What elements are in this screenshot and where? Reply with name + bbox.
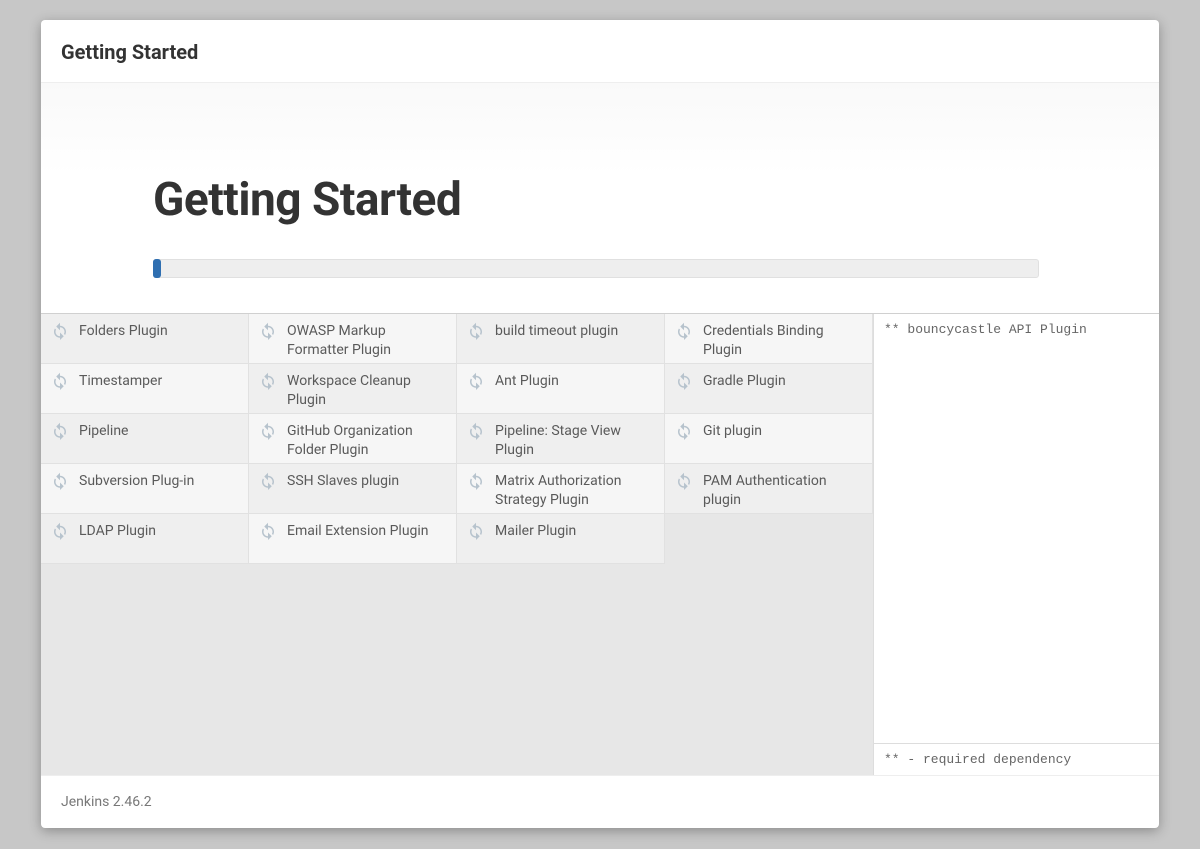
plugin-label: Pipeline	[79, 421, 240, 441]
refresh-icon	[259, 322, 277, 340]
plugin-label: Matrix Authorization Strategy Plugin	[495, 471, 656, 510]
plugin-label: Folders Plugin	[79, 321, 240, 341]
plugin-label: Mailer Plugin	[495, 521, 656, 541]
refresh-icon	[259, 372, 277, 390]
refresh-icon	[51, 522, 69, 540]
plugin-label: build timeout plugin	[495, 321, 656, 341]
refresh-icon	[51, 422, 69, 440]
progress-fill	[153, 259, 161, 278]
refresh-icon	[675, 322, 693, 340]
refresh-icon	[259, 372, 277, 390]
dialog-header: Getting Started	[41, 20, 1159, 83]
refresh-icon	[51, 472, 69, 490]
plugin-cell: Gradle Plugin	[665, 364, 873, 414]
plugin-cell: OWASP Markup Formatter Plugin	[249, 314, 457, 364]
refresh-icon	[51, 422, 69, 440]
plugin-label: Subversion Plug-in	[79, 471, 240, 491]
refresh-icon	[675, 422, 693, 440]
plugin-cell: Pipeline: Stage View Plugin	[457, 414, 665, 464]
refresh-icon	[259, 422, 277, 440]
getting-started-dialog: Getting Started Getting Started Folders …	[41, 20, 1159, 828]
plugin-label: Credentials Binding Plugin	[703, 321, 864, 360]
install-log-panel: ** bouncycastle API Plugin ** - required…	[873, 314, 1159, 775]
main-heading-block: Getting Started	[41, 83, 1159, 314]
plugins-grid: Folders Plugin OWASP Markup Formatter Pl…	[41, 314, 873, 775]
plugin-cell: SSH Slaves plugin	[249, 464, 457, 514]
refresh-icon	[467, 522, 485, 540]
plugin-label: LDAP Plugin	[79, 521, 240, 541]
plugin-cell: Email Extension Plugin	[249, 514, 457, 564]
plugin-cell: GitHub Organization Folder Plugin	[249, 414, 457, 464]
plugin-cell: Pipeline	[41, 414, 249, 464]
plugin-label: Workspace Cleanup Plugin	[287, 371, 448, 410]
dialog-header-title: Getting Started	[61, 40, 1139, 64]
log-line: ** bouncycastle API Plugin	[884, 322, 1149, 337]
plugin-label: SSH Slaves plugin	[287, 471, 448, 491]
refresh-icon	[675, 372, 693, 390]
plugin-cell: Ant Plugin	[457, 364, 665, 414]
refresh-icon	[467, 372, 485, 390]
refresh-icon	[467, 522, 485, 540]
refresh-icon	[51, 472, 69, 490]
refresh-icon	[467, 322, 485, 340]
plugin-label: Git plugin	[703, 421, 864, 441]
plugin-cell: build timeout plugin	[457, 314, 665, 364]
refresh-icon	[259, 322, 277, 340]
jenkins-version: Jenkins 2.46.2	[61, 794, 152, 810]
content-row: Folders Plugin OWASP Markup Formatter Pl…	[41, 314, 1159, 775]
refresh-icon	[51, 322, 69, 340]
refresh-icon	[467, 422, 485, 440]
plugin-label: Timestamper	[79, 371, 240, 391]
refresh-icon	[51, 322, 69, 340]
refresh-icon	[51, 522, 69, 540]
refresh-icon	[259, 472, 277, 490]
plugin-label: Ant Plugin	[495, 371, 656, 391]
refresh-icon	[259, 522, 277, 540]
plugin-cell: Timestamper	[41, 364, 249, 414]
refresh-icon	[675, 422, 693, 440]
main-heading: Getting Started	[153, 173, 1159, 227]
refresh-icon	[675, 472, 693, 490]
refresh-icon	[467, 372, 485, 390]
plugin-cell: Credentials Binding Plugin	[665, 314, 873, 364]
plugin-label: PAM Authentication plugin	[703, 471, 864, 510]
install-log-body: ** bouncycastle API Plugin	[874, 314, 1159, 743]
progress-bar	[153, 259, 1039, 278]
plugin-label: Email Extension Plugin	[287, 521, 448, 541]
refresh-icon	[675, 472, 693, 490]
refresh-icon	[675, 372, 693, 390]
refresh-icon	[259, 422, 277, 440]
refresh-icon	[259, 472, 277, 490]
plugin-cell: PAM Authentication plugin	[665, 464, 873, 514]
plugin-label: GitHub Organization Folder Plugin	[287, 421, 448, 460]
plugin-label: Pipeline: Stage View Plugin	[495, 421, 656, 460]
plugin-cell: Workspace Cleanup Plugin	[249, 364, 457, 414]
refresh-icon	[675, 322, 693, 340]
dialog-footer: Jenkins 2.46.2	[41, 775, 1159, 828]
refresh-icon	[467, 322, 485, 340]
install-log-footer: ** - required dependency	[874, 743, 1159, 775]
plugin-cell: Subversion Plug-in	[41, 464, 249, 514]
plugin-label: Gradle Plugin	[703, 371, 864, 391]
plugin-cell: Matrix Authorization Strategy Plugin	[457, 464, 665, 514]
refresh-icon	[51, 372, 69, 390]
refresh-icon	[51, 372, 69, 390]
plugin-cell: Folders Plugin	[41, 314, 249, 364]
plugin-cell: LDAP Plugin	[41, 514, 249, 564]
refresh-icon	[467, 422, 485, 440]
plugin-cell: Git plugin	[665, 414, 873, 464]
refresh-icon	[467, 472, 485, 490]
plugin-cell: Mailer Plugin	[457, 514, 665, 564]
refresh-icon	[259, 522, 277, 540]
plugin-label: OWASP Markup Formatter Plugin	[287, 321, 448, 360]
refresh-icon	[467, 472, 485, 490]
